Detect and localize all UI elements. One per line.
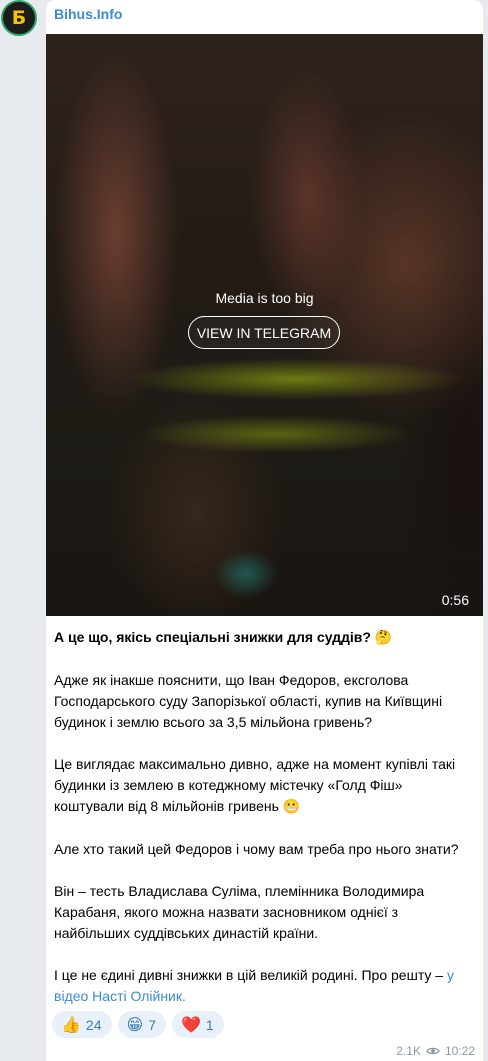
post-paragraph-3: Це виглядає максимально дивно, адже на м… xyxy=(54,756,456,815)
post-paragraph-1: А це що, якісь спеціальні знижки для суд… xyxy=(54,629,393,646)
view-count: 2.1K xyxy=(396,1044,421,1058)
thumbs-up-icon: 👍 xyxy=(61,1014,81,1034)
media-too-big-notice: Media is too big xyxy=(215,290,314,306)
message-bubble: Bihus.Info Media is too big VIEW IN TELE… xyxy=(46,0,483,1061)
message-meta: 2.1K 10:22 xyxy=(396,1044,475,1058)
reaction-count: 1 xyxy=(205,1016,214,1033)
reaction-count: 7 xyxy=(148,1016,156,1033)
post-paragraph-5: Він – тесть Владислава Суліма, племінник… xyxy=(54,883,425,941)
avatar-logo: Б xyxy=(11,6,27,29)
post-paragraph-4: Але хто такий цей Федоров і чому вам тре… xyxy=(54,841,459,857)
post-paragraph-2: Адже як інакше пояснити, що Іван Федоров… xyxy=(54,672,443,730)
thinking-emoji: 🤔 xyxy=(374,630,393,646)
reaction-count: 24 xyxy=(85,1016,102,1033)
reaction-heart[interactable]: ❤️ 1 xyxy=(171,1011,224,1038)
reactions-bar: 👍 24 😁 7 ❤️ 1 xyxy=(52,1011,224,1038)
grin-icon: 😁 xyxy=(126,1014,144,1034)
post-text: А це що, якісь спеціальні знижки для суд… xyxy=(54,627,474,1028)
channel-name[interactable]: Bihus.Info xyxy=(54,6,122,22)
grimacing-emoji: 😬 xyxy=(282,799,301,815)
view-in-telegram-button[interactable]: VIEW IN TELEGRAM xyxy=(188,316,340,349)
post-paragraph-6: І це не єдині дивні знижки в цій великій… xyxy=(54,967,454,1004)
reaction-thumbs-up[interactable]: 👍 24 xyxy=(52,1011,112,1038)
eye-icon xyxy=(426,1047,440,1055)
video-duration: 0:56 xyxy=(441,592,469,608)
video-preview[interactable]: Media is too big VIEW IN TELEGRAM 0:56 xyxy=(46,34,483,616)
reaction-grin[interactable]: 😁 7 xyxy=(117,1011,166,1038)
channel-avatar[interactable]: Б xyxy=(1,0,37,36)
message-time: 10:22 xyxy=(444,1044,475,1058)
heart-icon: ❤️ xyxy=(180,1014,201,1034)
